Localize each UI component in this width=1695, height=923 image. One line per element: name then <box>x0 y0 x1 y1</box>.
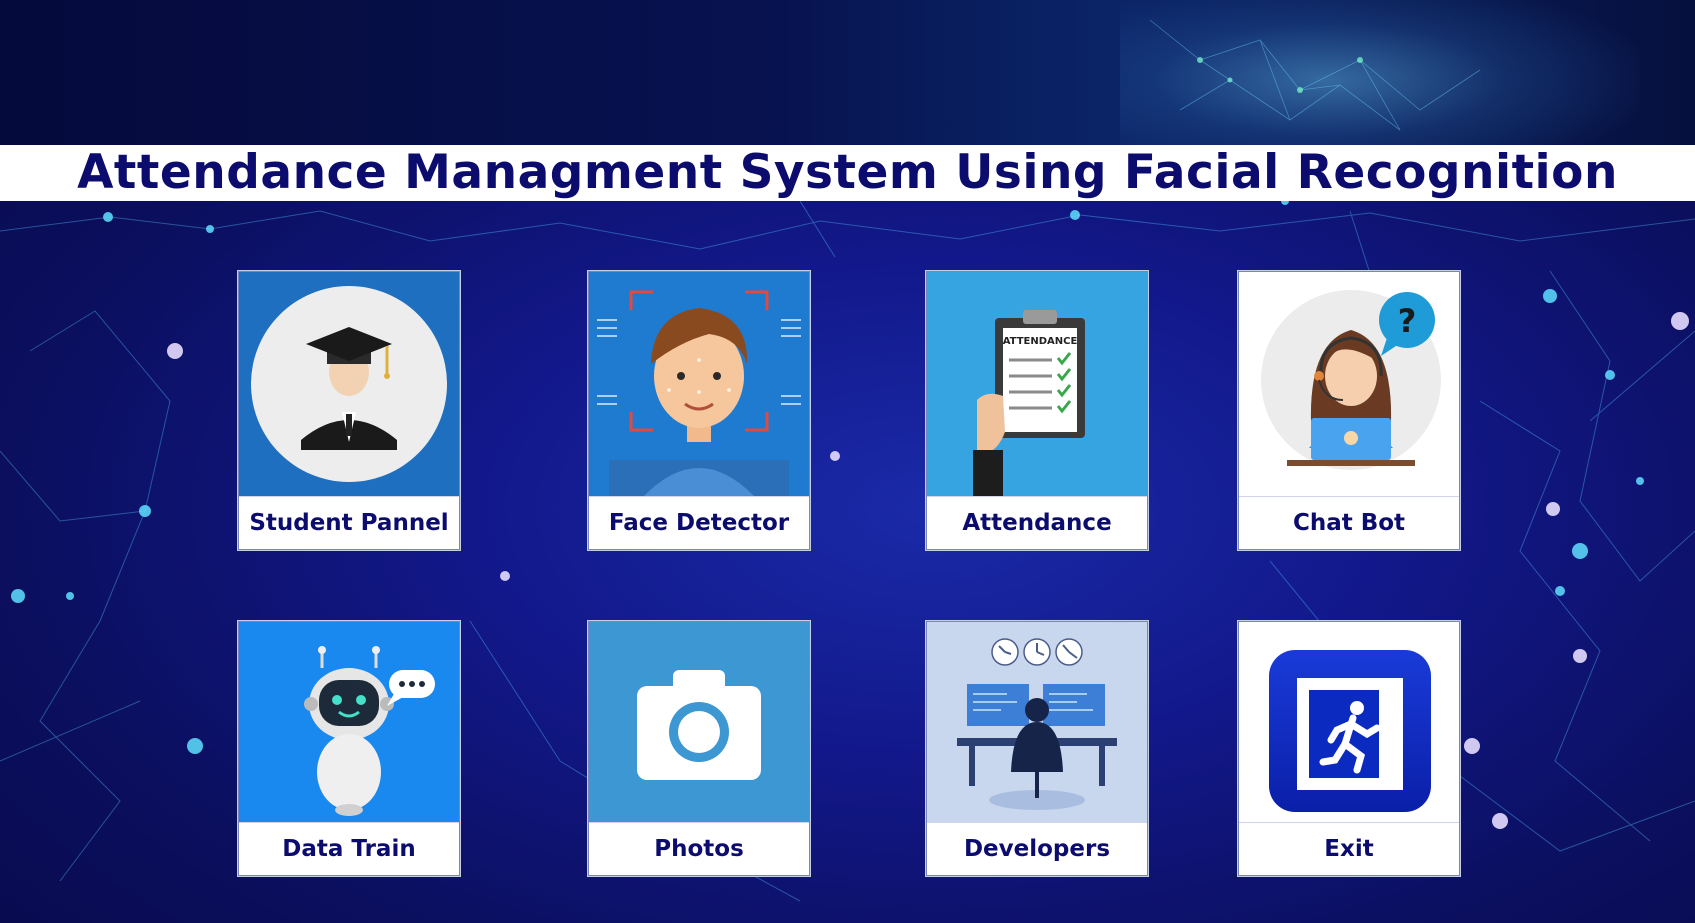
graduate-icon <box>239 272 459 496</box>
chat-bot-label: Chat Bot <box>1239 496 1459 549</box>
banner-mesh-decoration <box>1149 19 1481 131</box>
page-title: Attendance Managment System Using Facial… <box>77 145 1618 200</box>
developers-button[interactable]: Developers <box>926 621 1148 876</box>
support-agent-icon: ? <box>1239 272 1459 496</box>
student-pannel-button[interactable]: Student Pannel <box>238 271 460 550</box>
attendance-clipboard-icon: ATTENDANCE <box>927 272 1147 496</box>
svg-text:ATTENDANCE: ATTENDANCE <box>1003 336 1078 347</box>
photos-label: Photos <box>589 822 809 875</box>
camera-icon <box>589 622 809 822</box>
attendance-label: Attendance <box>927 496 1147 549</box>
robot-icon <box>239 622 459 822</box>
svg-text:?: ? <box>1398 302 1417 340</box>
photos-button[interactable]: Photos <box>588 621 810 876</box>
attendance-button[interactable]: ATTENDANCE Attendance <box>926 271 1148 550</box>
header-banner <box>0 0 1695 145</box>
developer-desk-icon <box>927 622 1147 822</box>
exit-label: Exit <box>1239 822 1459 875</box>
exit-button[interactable]: Exit <box>1238 621 1460 876</box>
chat-bot-button[interactable]: ? Chat Bot <box>1238 271 1460 550</box>
exit-door-icon <box>1239 622 1459 822</box>
title-bar: Attendance Managment System Using Facial… <box>0 145 1695 201</box>
face-detector-label: Face Detector <box>589 496 809 549</box>
developers-label: Developers <box>927 822 1147 875</box>
student-pannel-label: Student Pannel <box>239 496 459 549</box>
data-train-label: Data Train <box>239 822 459 875</box>
face-scan-icon <box>589 272 809 496</box>
data-train-button[interactable]: Data Train <box>238 621 460 876</box>
face-detector-button[interactable]: Face Detector <box>588 271 810 550</box>
